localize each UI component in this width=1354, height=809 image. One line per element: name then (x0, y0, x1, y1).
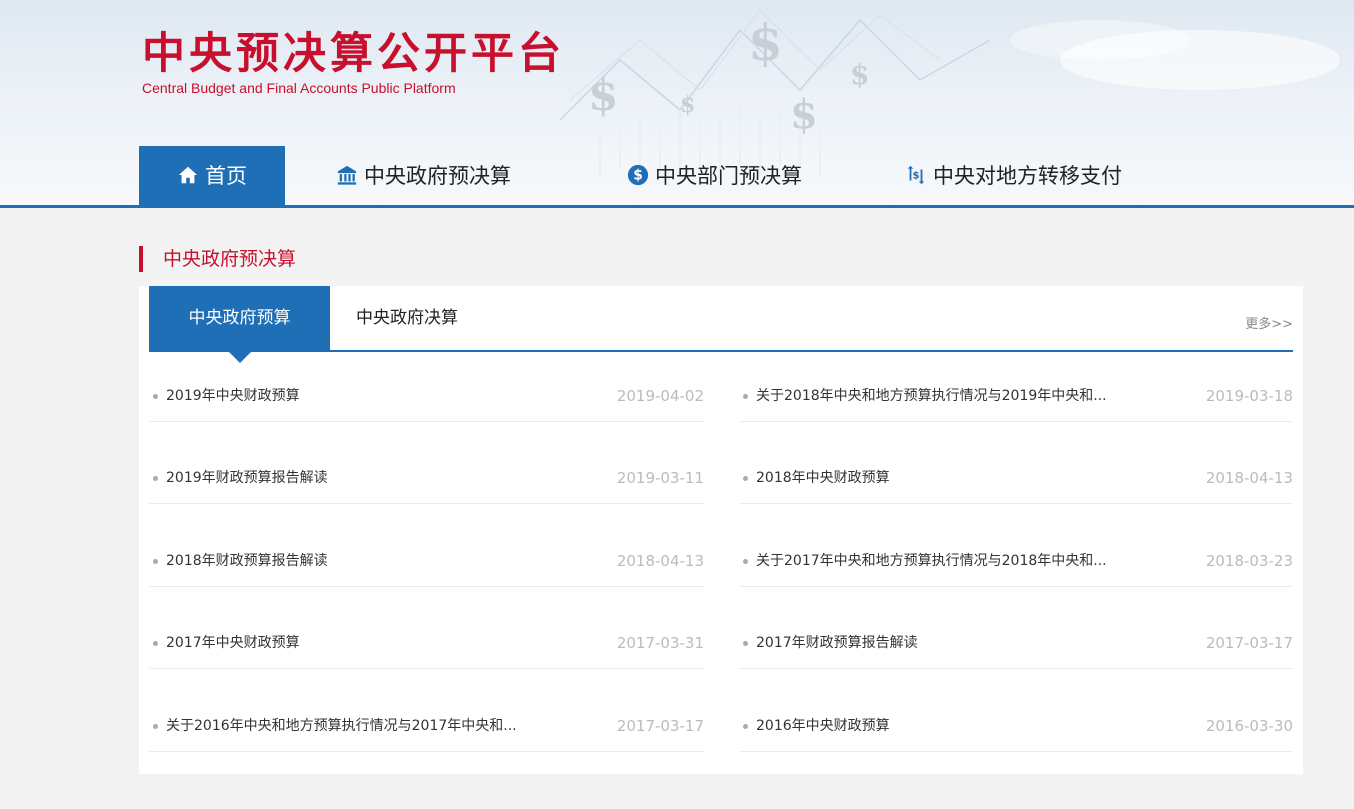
site-title-cn: 中央预决算公开平台 (142, 29, 565, 79)
article-title: 2019年财政预算报告解读 (166, 470, 328, 486)
list-item[interactable]: 2016年中央财政预算 2016-03-30 (739, 693, 1293, 752)
svg-text:$: $ (748, 13, 783, 72)
list-item[interactable]: 关于2018年中央和地方预算执行情况与2019年中央和... 2019-03-1… (739, 363, 1293, 422)
tab-label: 中央政府预算 (188, 308, 291, 328)
bullet-icon (743, 641, 748, 646)
dollar-circle-icon: $ (627, 164, 649, 186)
article-title: 2019年中央财政预算 (166, 388, 300, 404)
article-title: 2017年财政预算报告解读 (756, 635, 918, 651)
tab-bar: 中央政府预算 中央政府决算 更多>> (149, 286, 1293, 363)
tab-central-budget[interactable]: 中央政府预算 (149, 286, 330, 363)
list-item[interactable]: 2017年财政预算报告解读 2017-03-17 (739, 610, 1293, 669)
article-date: 2017-03-17 (616, 717, 704, 735)
list-item[interactable]: 2019年中央财政预算 2019-04-02 (149, 363, 704, 422)
svg-text:$: $ (588, 70, 619, 121)
transfer-icon: $ (907, 165, 925, 185)
bullet-icon (743, 476, 748, 481)
article-date: 2017-03-31 (616, 634, 704, 652)
site-title-en: Central Budget and Final Accounts Public… (142, 80, 456, 96)
more-link[interactable]: 更多>> (1245, 313, 1293, 332)
list-item[interactable]: 关于2017年中央和地方预算执行情况与2018年中央和... 2018-03-2… (739, 528, 1293, 587)
bullet-icon (153, 724, 158, 729)
article-date: 2019-04-02 (616, 387, 704, 405)
article-title: 2018年财政预算报告解读 (166, 553, 328, 569)
list-item[interactable]: 2018年财政预算报告解读 2018-04-13 (149, 528, 704, 587)
svg-text:$: $ (680, 92, 695, 118)
home-icon (178, 166, 198, 184)
article-title: 2017年中央财政预算 (166, 635, 300, 651)
tab-central-final-accounts[interactable]: 中央政府决算 (330, 286, 484, 350)
list-item[interactable]: 2017年中央财政预算 2017-03-31 (149, 610, 704, 669)
article-title: 2018年中央财政预算 (756, 470, 890, 486)
article-date: 2018-04-13 (1205, 469, 1293, 487)
nav-item-home[interactable]: 首页 (139, 146, 285, 206)
svg-text:$: $ (790, 91, 818, 138)
tab-active-caret (227, 350, 253, 363)
article-title: 关于2017年中央和地方预算执行情况与2018年中央和... (756, 553, 1107, 569)
bullet-icon (153, 394, 158, 399)
tab-label: 中央政府决算 (356, 308, 458, 328)
bullet-icon (743, 394, 748, 399)
article-title: 关于2016年中央和地方预算执行情况与2017年中央和... (166, 718, 517, 734)
bullet-icon (743, 724, 748, 729)
list-item[interactable]: 2019年财政预算报告解读 2019-03-11 (149, 445, 704, 504)
list-item[interactable]: 2018年中央财政预算 2018-04-13 (739, 445, 1293, 504)
bullet-icon (153, 476, 158, 481)
bullet-icon (153, 641, 158, 646)
nav-divider (0, 205, 1354, 208)
svg-text:$: $ (633, 168, 643, 184)
site-logo[interactable]: 中央预决算公开平台 Central Budget and Final Accou… (142, 30, 565, 96)
list-item[interactable]: 关于2016年中央和地方预算执行情况与2017年中央和... 2017-03-1… (149, 693, 704, 752)
article-date: 2017-03-17 (1205, 634, 1293, 652)
bullet-icon (153, 559, 158, 564)
bullet-icon (743, 559, 748, 564)
nav-item-central-departments[interactable]: $ 中央部门预决算 (627, 146, 802, 206)
svg-text:$: $ (850, 58, 869, 91)
article-date: 2016-03-30 (1205, 717, 1293, 735)
nav-item-label: 首页 (205, 164, 247, 188)
section-title: 中央政府预决算 (139, 246, 296, 272)
article-title: 2016年中央财政预算 (756, 718, 890, 734)
nav-item-label: 中央政府预决算 (364, 164, 511, 188)
nav-item-central-government[interactable]: 中央政府预决算 (336, 146, 511, 206)
bank-icon (337, 165, 357, 185)
content-panel: 中央政府预算 中央政府决算 更多>> 2019年中央财政预算 2019-04-0… (139, 286, 1303, 774)
site-header: $ $ $ $ $ 中央预决算公开平台 Central Budget and F… (0, 0, 1354, 208)
article-title: 关于2018年中央和地方预算执行情况与2019年中央和... (756, 388, 1107, 404)
article-date: 2018-03-23 (1205, 552, 1293, 570)
nav-item-transfer-payments[interactable]: $ 中央对地方转移支付 (905, 146, 1122, 206)
article-date: 2019-03-18 (1205, 387, 1293, 405)
nav-item-label: 中央对地方转移支付 (933, 164, 1122, 188)
nav-item-label: 中央部门预决算 (655, 164, 802, 188)
svg-text:$: $ (912, 171, 919, 182)
article-date: 2019-03-11 (616, 469, 704, 487)
article-date: 2018-04-13 (616, 552, 704, 570)
